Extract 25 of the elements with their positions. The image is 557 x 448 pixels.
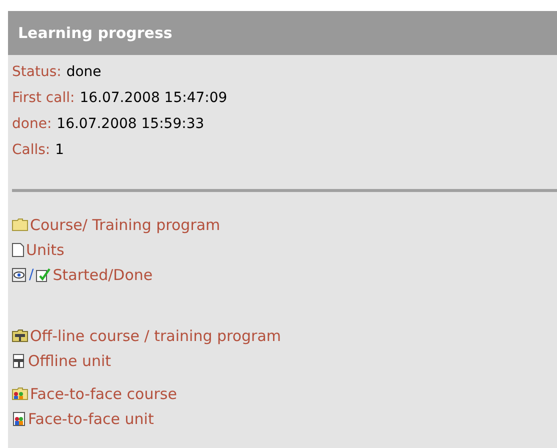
legend-label: Course/ Training program [30, 216, 220, 234]
separator-slash: / [29, 266, 34, 282]
info-label: Status: [12, 64, 62, 80]
legend-label: Face-to-face course [30, 384, 177, 402]
folder-icon [12, 218, 28, 231]
legend-label: Units [26, 240, 64, 258]
info-label: Calls: [12, 142, 50, 158]
people-folder-icon [12, 387, 28, 400]
info-label: done: [12, 116, 52, 132]
panel-title: Learning progress [8, 11, 557, 55]
info-label: First call: [12, 90, 75, 106]
info-value: 1 [55, 142, 64, 158]
info-value: 16.07.2008 15:47:09 [80, 90, 228, 106]
people-page-icon [12, 412, 26, 426]
offline-folder-icon [12, 329, 28, 342]
legend-label: Offline unit [28, 352, 112, 370]
eye-page-icon [12, 268, 27, 282]
info-value: done [66, 64, 102, 80]
offline-page-icon [12, 354, 26, 368]
info-value: 16.07.2008 15:59:33 [56, 116, 204, 132]
legend-label: Started/Done [52, 266, 153, 284]
page-icon [12, 242, 24, 256]
checked-page-icon [36, 268, 51, 282]
legend-label: Off-line course / training program [30, 326, 282, 344]
legend-label: Face-to-face unit [28, 410, 154, 428]
